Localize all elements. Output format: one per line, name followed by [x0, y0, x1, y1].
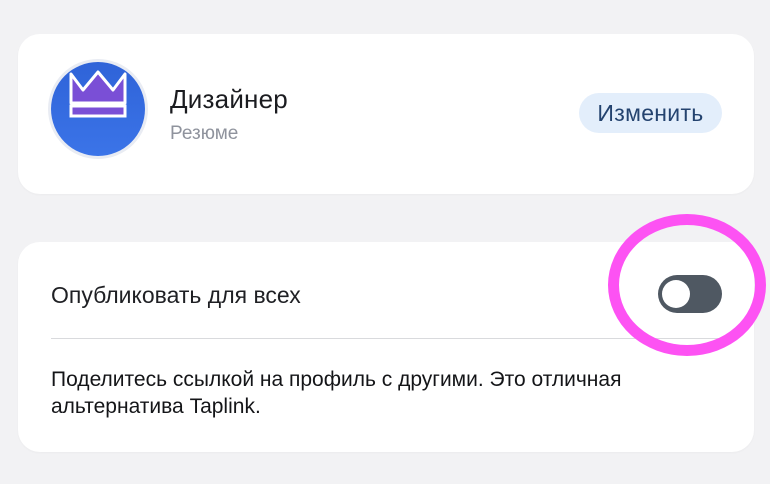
- profile-name: Дизайнер: [170, 84, 288, 114]
- edit-button[interactable]: Изменить: [579, 93, 722, 133]
- publish-description: Поделитесь ссылкой на профиль с другими.…: [51, 368, 622, 418]
- crown-icon: [51, 62, 145, 156]
- avatar: [51, 62, 145, 156]
- publish-card: Опубликовать для всех Поделитесь ссылкой…: [18, 242, 754, 452]
- publish-toggle[interactable]: [658, 275, 722, 313]
- divider: [51, 338, 721, 339]
- toggle-knob: [662, 280, 690, 308]
- profile-card: Дизайнер Резюме Изменить: [18, 34, 754, 194]
- publish-label: Опубликовать для всех: [51, 282, 301, 308]
- profile-subtitle: Резюме: [170, 123, 239, 144]
